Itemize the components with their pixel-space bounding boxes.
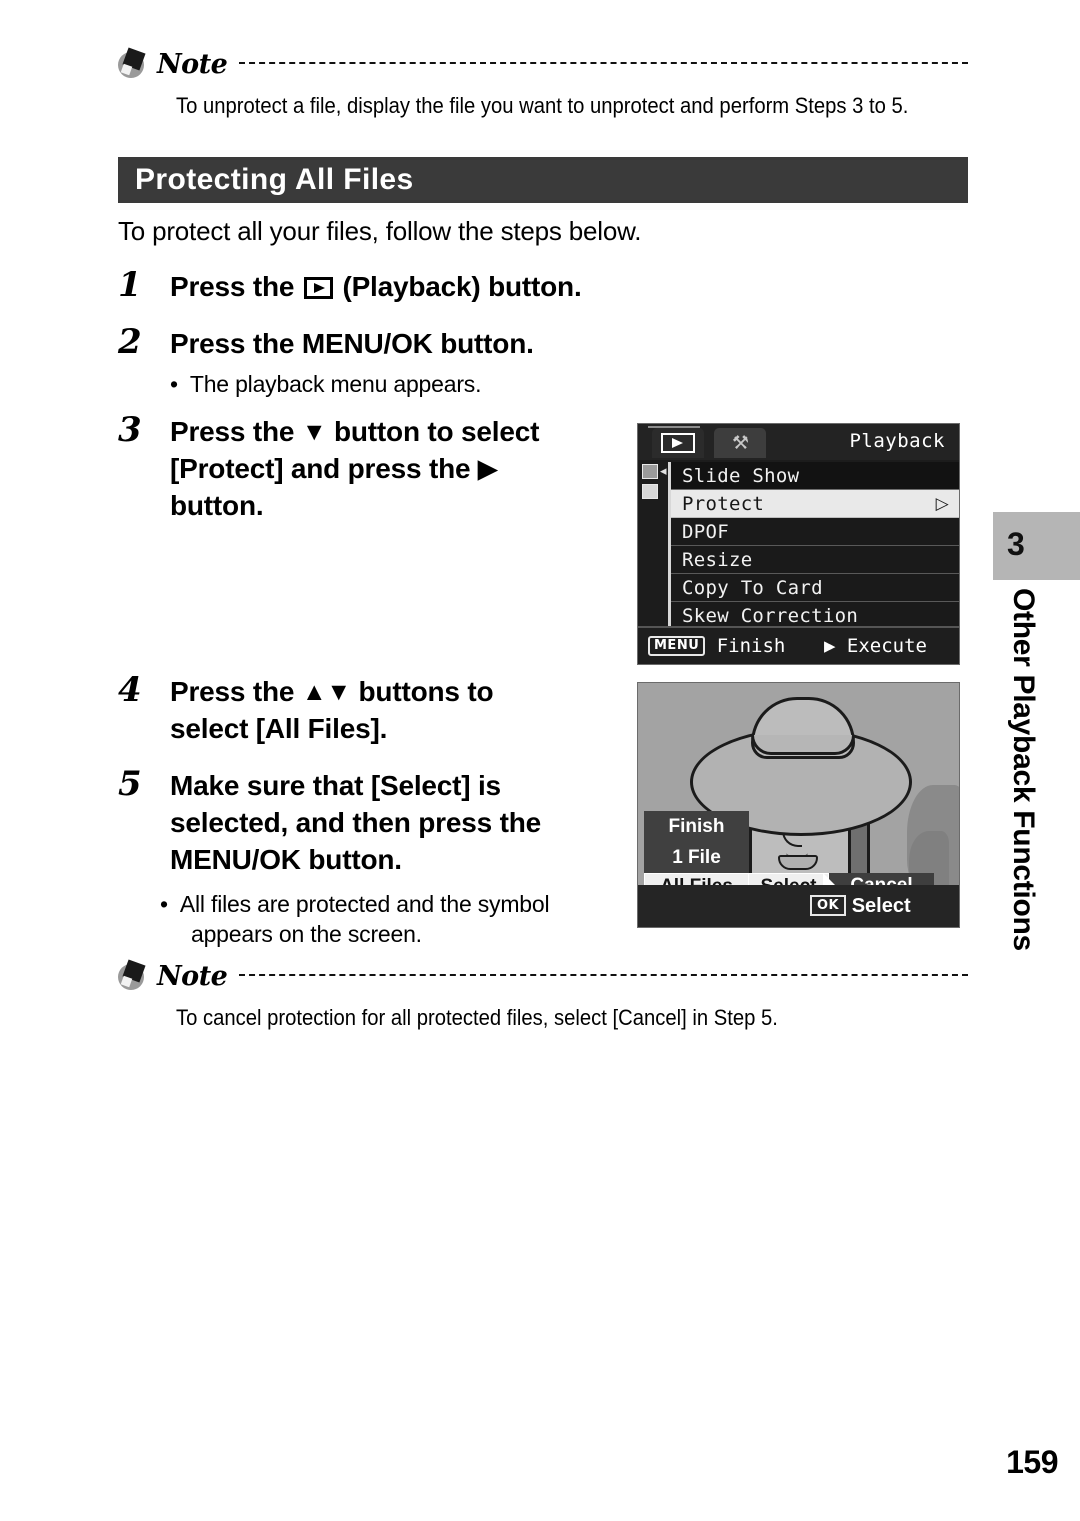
up-down-triangle-icon: ▲▼ — [301, 678, 351, 706]
lcd-menu-item-label: Slide Show — [682, 465, 800, 487]
protect-dialog-title: Finish — [668, 816, 725, 837]
lcd-photo-footer: OK Select — [638, 885, 959, 927]
step-3-line1-after: button to select — [326, 416, 540, 447]
step-2-bullet: • The playback menu appears. — [170, 370, 630, 400]
note-text: To unprotect a file, display the file yo… — [176, 93, 909, 118]
down-triangle-icon: ▼ — [301, 418, 327, 446]
lcd-photo-footer-inner: OK Select — [810, 895, 911, 918]
step-3-line1-before: Press the — [170, 416, 302, 447]
step-5-number: 5 — [118, 764, 142, 804]
note-divider — [239, 973, 968, 976]
note-label: Note — [157, 961, 228, 992]
bullet-dot: • — [170, 371, 178, 397]
step-4-number: 4 — [118, 670, 142, 710]
lcd-page-indicator-2 — [642, 484, 658, 499]
bullet-dot: • — [160, 891, 168, 917]
lcd-menu-item-label: Resize — [682, 549, 753, 571]
step-4-text: Press the ▲▼ buttons to select [All File… — [170, 673, 638, 747]
note-text: To cancel protection for all protected f… — [176, 1005, 778, 1030]
step-3-number: 3 — [118, 410, 142, 450]
lcd-menu-item-label: Protect — [682, 493, 765, 515]
note-block-bottom: Note To cancel protection for all protec… — [118, 959, 968, 1032]
lcd-menu-topbar: ⚒ Playback — [638, 424, 959, 460]
lcd-footer-finish-label: Finish — [716, 635, 786, 657]
chapter-tab: 3 — [993, 512, 1080, 580]
lcd-menu-item-slide-show[interactable]: Slide Show — [671, 462, 959, 490]
right-triangle-icon: ▶ — [824, 635, 836, 657]
step-1-text-before: Press the — [170, 271, 302, 302]
right-triangle-icon: ▶ — [477, 455, 497, 484]
chevron-right-icon: ▷ — [935, 494, 949, 514]
note-block-top: Note To unprotect a file, display the fi… — [118, 47, 968, 120]
chapter-number: 3 — [1007, 526, 1025, 562]
playback-icon — [661, 433, 695, 453]
section-intro-text: To protect all your files, follow the st… — [118, 216, 642, 246]
lcd-photo-footer-label: Select — [851, 895, 911, 917]
illustration-mouth — [778, 855, 818, 870]
section-header-bar: Protecting All Files — [118, 157, 968, 203]
camera-playback-menu-screenshot: ⚒ Playback ◂ Slide Show Protect ▷ DPOF R… — [637, 423, 960, 665]
camera-protect-dialog-screenshot: Finish 1 File All Files Select Cancel OK… — [637, 682, 960, 928]
note-divider — [239, 61, 968, 64]
note-label: Note — [157, 49, 228, 80]
step-3-text: Press the ▼ button to select [Protect] a… — [170, 413, 638, 525]
step-2: 2 Press the MENU/OK button. — [118, 325, 678, 362]
lcd-menu-item-protect[interactable]: Protect ▷ — [671, 490, 959, 518]
lcd-menu-item-label: Skew Correction — [682, 605, 859, 627]
step-5-bullet-line2: appears on the screen. — [191, 920, 422, 947]
lcd-footer-execute: ▶ Execute — [824, 635, 927, 657]
menu-key-badge: MENU — [648, 636, 706, 656]
playback-icon — [303, 277, 333, 299]
step-1-text: Press the (Playback) button. — [170, 268, 678, 305]
step-2-number: 2 — [118, 322, 142, 362]
step-5-line2: selected, and then press the — [170, 807, 541, 839]
step-4-line2: select [All Files]. — [170, 713, 388, 745]
step-5-text: Make sure that [Select] is selected, and… — [170, 767, 638, 879]
step-3: 3 Press the ▼ button to select [Protect]… — [118, 413, 638, 525]
note-icon — [118, 47, 147, 79]
illustration-hat-band — [751, 735, 855, 755]
wrench-screwdriver-icon: ⚒ — [732, 432, 750, 454]
page-number: 159 — [1006, 1444, 1058, 1480]
step-3-line2-before: [Protect] and press the — [170, 453, 478, 485]
step-3-line3: button. — [170, 490, 264, 522]
step-5-line1: Make sure that [Select] is — [170, 770, 501, 801]
lcd-footer-execute-label: Execute — [846, 635, 927, 657]
lcd-menu-list: Slide Show Protect ▷ DPOF Resize Copy To… — [671, 462, 959, 630]
step-2-bullet-text: The playback menu appears. — [189, 371, 482, 397]
step-2-text: Press the MENU/OK button. — [170, 328, 534, 359]
lcd-menu-item-dpof[interactable]: DPOF — [671, 518, 959, 546]
note-header: Note — [118, 959, 968, 992]
step-5-bullet-line1: All files are protected and the symbol — [179, 891, 550, 917]
lcd-menu-item-label: DPOF — [682, 521, 729, 543]
lcd-setup-tab[interactable]: ⚒ — [714, 428, 766, 458]
step-5-line3: MENU/OK button. — [170, 844, 402, 876]
step-1: 1 Press the (Playback) button. — [118, 268, 678, 305]
note-header: Note — [118, 47, 968, 80]
page-title: Protecting All Files — [135, 163, 414, 196]
step-4-line1-before: Press the — [170, 676, 302, 707]
step-1-text-after: (Playback) button. — [334, 271, 582, 302]
chapter-title: Other Playback Functions — [1007, 588, 1040, 951]
step-4: 4 Press the ▲▼ buttons to select [All Fi… — [118, 673, 638, 747]
step-1-number: 1 — [118, 265, 142, 305]
lcd-menu-footer: MENU Finish ▶ Execute — [638, 626, 959, 664]
lcd-playback-tab[interactable] — [652, 428, 704, 458]
lcd-page-indicator-1 — [642, 464, 658, 479]
protect-dialog-panel: Finish 1 File — [644, 811, 749, 873]
lcd-menu-item-resize[interactable]: Resize — [671, 546, 959, 574]
step-5-bullet: • All files are protected and the symbol … — [160, 890, 630, 950]
lcd-screen-title: Playback — [849, 430, 945, 452]
lcd-menu-item-label: Copy To Card — [682, 577, 823, 599]
left-caret-icon: ◂ — [660, 464, 667, 479]
step-4-line1-after: buttons to — [350, 676, 494, 707]
note-icon — [118, 959, 147, 991]
protect-dialog-subtitle: 1 File — [672, 847, 721, 868]
lcd-menu-item-copy-to-card[interactable]: Copy To Card — [671, 574, 959, 602]
step-5: 5 Make sure that [Select] is selected, a… — [118, 767, 638, 879]
ok-key-badge: OK — [810, 895, 847, 916]
lcd-footer-finish: MENU Finish — [648, 635, 785, 657]
